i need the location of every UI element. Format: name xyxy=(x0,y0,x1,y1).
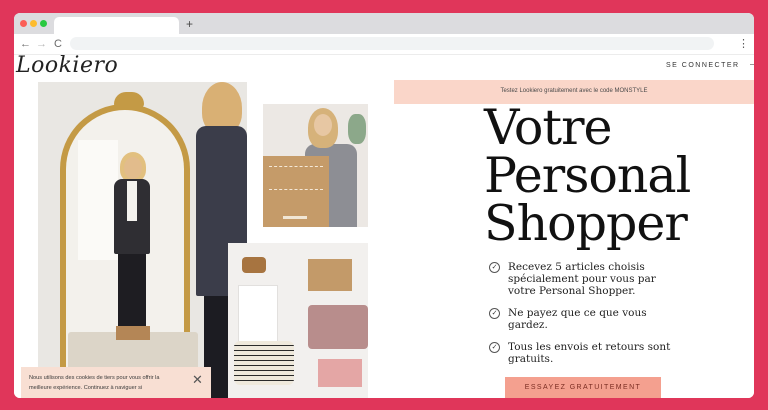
hero-headline: Votre Personal Shopper xyxy=(484,99,714,252)
browser-tab[interactable] xyxy=(54,17,179,34)
check-circle-icon: ✓ xyxy=(489,262,500,273)
back-arrow-icon[interactable]: ← xyxy=(20,36,31,52)
try-free-button[interactable]: ESSAYEZ GRATUITEMENT xyxy=(505,377,661,398)
address-bar[interactable] xyxy=(70,37,714,50)
lookiero-box xyxy=(263,156,329,227)
minimize-window-button[interactable] xyxy=(30,20,37,27)
cookie-notice-text: Nous utilisons des cookies de tiers pour… xyxy=(29,375,160,391)
benefit-item: ✓ Tous les envois et retours sont gratui… xyxy=(489,341,679,365)
reload-icon[interactable]: C xyxy=(54,36,62,52)
headline-line: Votre xyxy=(484,99,613,156)
browser-titlebar: + xyxy=(14,13,754,34)
maximize-window-button[interactable] xyxy=(40,20,47,27)
new-tab-button[interactable]: + xyxy=(186,16,193,32)
pink-garment xyxy=(318,359,362,387)
headline-line: Shopper xyxy=(484,195,688,252)
benefit-text: Recevez 5 articles choisis spécialement … xyxy=(508,261,656,297)
box-lettering xyxy=(269,166,323,190)
promo-banner-text: Testez Lookiero gratuitement avec le cod… xyxy=(500,88,648,94)
mirror-crest xyxy=(114,92,144,108)
close-icon[interactable]: ✕ xyxy=(192,373,203,387)
check-circle-icon: ✓ xyxy=(489,342,500,353)
kraft-box xyxy=(308,259,352,291)
try-free-label: ESSAYEZ GRATUITEMENT xyxy=(524,384,642,391)
benefit-text: Tous les envois et retours sont gratuits… xyxy=(508,341,671,365)
window-light xyxy=(78,140,118,260)
check-circle-icon: ✓ xyxy=(489,308,500,319)
browser-window: + ← → C ⋮ Lookiero SE CONNECTER Testez L… xyxy=(14,13,754,398)
web-page: Lookiero SE CONNECTER Testez Lookiero gr… xyxy=(14,55,754,398)
handbag xyxy=(242,257,266,273)
mirror-outfit-photo xyxy=(38,82,247,398)
reflection-trousers xyxy=(118,254,146,329)
cookie-notice: Nous utilisons des cookies de tiers pour… xyxy=(21,367,211,398)
headline-line: Personal xyxy=(484,147,691,204)
pink-sweater xyxy=(308,305,368,349)
forward-arrow-icon[interactable]: → xyxy=(36,36,47,52)
benefit-item: ✓ Ne payez que ce que vous gardez. xyxy=(489,307,679,331)
lookiero-logo[interactable]: Lookiero xyxy=(16,55,118,78)
box-holding-photo xyxy=(263,104,368,227)
box-tape xyxy=(283,216,307,219)
clothing-flatlay-photo xyxy=(228,243,368,398)
header-divider xyxy=(750,64,754,65)
login-link[interactable]: SE CONNECTER xyxy=(666,62,740,69)
benefits-list: ✓ Recevez 5 articles choisis spécialemen… xyxy=(489,261,679,375)
reflection-shirt xyxy=(127,181,137,221)
striped-top xyxy=(234,341,294,385)
benefit-text: Ne payez que ce que vous gardez. xyxy=(508,307,647,331)
reflection-face xyxy=(124,157,142,179)
woman-face xyxy=(314,114,332,136)
close-window-button[interactable] xyxy=(20,20,27,27)
reflection-boots xyxy=(116,326,150,340)
browser-menu-icon[interactable]: ⋮ xyxy=(738,36,749,52)
plant xyxy=(348,114,366,144)
benefit-item: ✓ Recevez 5 articles choisis spécialemen… xyxy=(489,261,679,297)
browser-toolbar: ← → C ⋮ xyxy=(14,34,754,55)
